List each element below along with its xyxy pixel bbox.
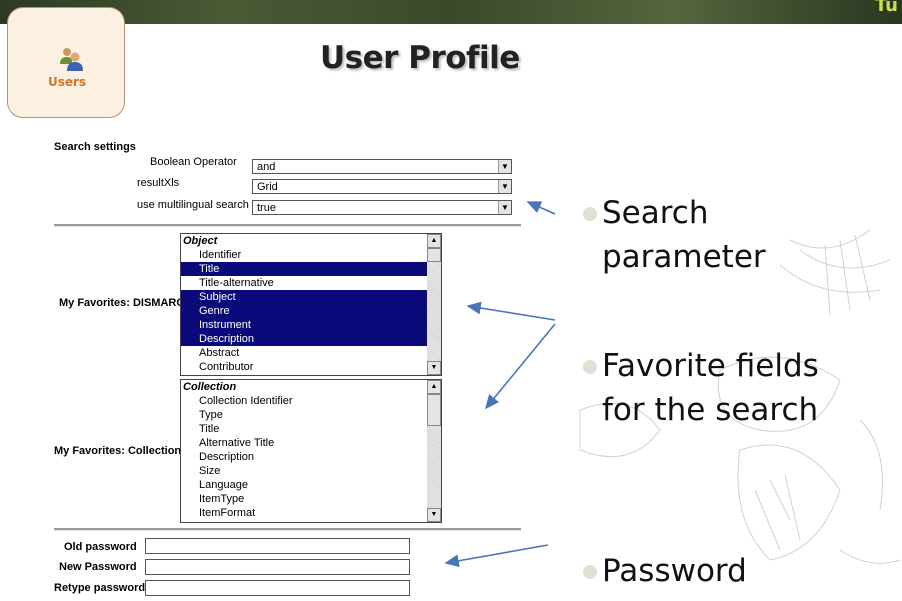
header-corner-text: Tu (874, 0, 898, 16)
retype-password-label: Retype password (54, 582, 146, 594)
bullet-dot (583, 565, 597, 579)
favorites-collections-listbox[interactable]: Collection Collection Identifier Type Title… (180, 379, 442, 523)
dropdown-arrow-icon[interactable]: ▼ (498, 201, 511, 214)
multilingual-search-label: use multilingual search (137, 199, 249, 211)
users-icon (60, 48, 83, 71)
dismarc-group-header[interactable]: Object (181, 234, 427, 248)
bullet-favorite-line2: for the search (602, 392, 819, 428)
scroll-up-icon[interactable]: ▲ (427, 234, 441, 248)
scroll-thumb[interactable] (427, 248, 441, 262)
collections-option[interactable]: Alternative Title (181, 436, 427, 450)
bullet-search-line2: parameter (602, 239, 766, 275)
collections-option[interactable]: Type (181, 408, 427, 422)
favorites-dismarc-label: My Favorites: DISMARC (59, 297, 185, 309)
resultxls-value: Grid (257, 181, 278, 193)
collections-option[interactable]: ItemFormat (181, 506, 427, 520)
scroll-down-icon[interactable]: ▼ (427, 508, 441, 522)
favorites-collections-label: My Favorites: Collections (54, 445, 188, 457)
collections-option[interactable]: Description (181, 450, 427, 464)
collections-option[interactable]: Title (181, 422, 427, 436)
new-password-label: New Password (59, 561, 137, 573)
bullet-favorite-line1: Favorite fields (602, 348, 819, 384)
multilingual-search-value: true (257, 202, 276, 214)
page-title: User Profile (320, 40, 520, 76)
collections-scrollbar[interactable]: ▲ ▼ (427, 380, 441, 522)
favorites-collections-items: Collection Collection Identifier Type Title… (181, 380, 427, 520)
scroll-down-icon[interactable]: ▼ (427, 361, 441, 375)
section-divider (54, 528, 521, 531)
resultxls-select[interactable]: Grid ▼ (252, 179, 512, 194)
arrow-to-password (444, 544, 549, 568)
resultxls-label: resultXls (137, 177, 180, 189)
dismarc-option[interactable]: Subject (181, 290, 427, 304)
scroll-up-icon[interactable]: ▲ (427, 380, 441, 394)
dismarc-option[interactable]: Genre (181, 304, 427, 318)
bullet-dot (583, 207, 597, 221)
dismarc-option[interactable]: Abstract (181, 346, 427, 360)
dismarc-option[interactable]: Identifier (181, 248, 427, 262)
collections-option[interactable]: Collection Identifier (181, 394, 427, 408)
boolean-operator-label: Boolean Operator (150, 156, 237, 168)
dismarc-option[interactable]: Description (181, 332, 427, 346)
section-divider (54, 224, 521, 227)
search-settings-heading: Search settings (54, 141, 136, 153)
bullet-password: Password (602, 553, 747, 589)
old-password-label: Old password (64, 541, 137, 553)
favorites-dismarc-items: Object Identifier Title Title-alternative Su… (181, 234, 427, 374)
dismarc-option[interactable]: Instrument (181, 318, 427, 332)
dismarc-option[interactable]: Contributor (181, 360, 427, 374)
dismarc-scrollbar[interactable]: ▲ ▼ (427, 234, 441, 375)
boolean-operator-select[interactable]: and ▼ (252, 159, 512, 174)
header-banner: Tu (0, 0, 902, 24)
collections-group-header[interactable]: Collection (181, 380, 427, 394)
retype-password-input[interactable] (145, 580, 410, 596)
users-nav-tile[interactable]: Users (7, 7, 125, 118)
dropdown-arrow-icon[interactable]: ▼ (498, 180, 511, 193)
collections-option[interactable]: ItemType (181, 492, 427, 506)
scroll-thumb[interactable] (427, 394, 441, 426)
dismarc-option[interactable]: Title (181, 262, 427, 276)
bullet-search-line1: Search (602, 195, 709, 231)
collections-option[interactable]: Language (181, 478, 427, 492)
boolean-operator-value: and (257, 161, 276, 173)
arrow-to-search-settings (526, 201, 556, 215)
collections-option[interactable]: Size (181, 464, 427, 478)
bullet-dot (583, 360, 597, 374)
dropdown-arrow-icon[interactable]: ▼ (498, 160, 511, 173)
new-password-input[interactable] (145, 559, 410, 575)
favorites-dismarc-listbox[interactable]: Object Identifier Title Title-alternative Su… (180, 233, 442, 376)
multilingual-search-select[interactable]: true ▼ (252, 200, 512, 215)
dismarc-option[interactable]: Title-alternative (181, 276, 427, 290)
users-tile-label: Users (47, 75, 87, 89)
old-password-input[interactable] (145, 538, 410, 554)
